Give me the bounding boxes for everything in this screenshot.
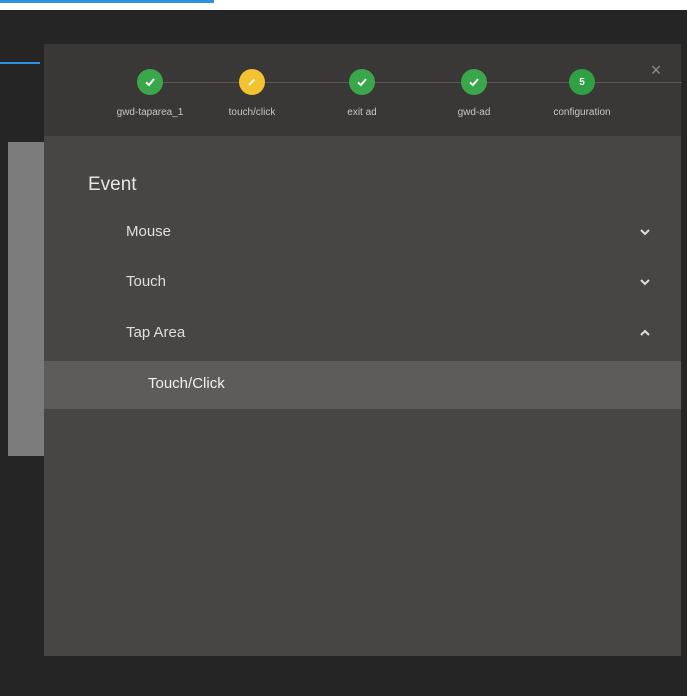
step-label: gwd-taparea_1 [116,107,184,118]
event-item-mouse[interactable]: Mouse [44,209,681,255]
event-item-tap-area[interactable]: Tap Area [44,310,681,356]
wizard-stepper: gwd-taparea_1 touch/click exit ad gwd-ad… [44,44,682,136]
event-item-label: Mouse [126,223,172,240]
event-subitem-touch-click[interactable]: Touch/Click [44,361,681,409]
event-subitem-label: Touch/Click [148,375,225,392]
step-exit-ad[interactable]: exit ad [307,69,417,118]
event-item-label: Tap Area [126,324,186,341]
step-label: touch/click [228,107,276,118]
chevron-up-icon [640,329,650,336]
close-icon[interactable]: × [648,61,664,79]
step-gwd-ad[interactable]: gwd-ad [419,69,529,118]
check-icon [137,69,163,95]
top-accent-bar [0,0,214,3]
step-label: gwd-ad [457,107,491,118]
chevron-down-icon [640,279,650,286]
event-item-touch[interactable]: Touch [44,259,681,305]
step-touch-click[interactable]: touch/click [197,69,307,118]
section-title: Event [88,174,137,195]
step-label: exit ad [347,107,377,118]
step-configuration[interactable]: 5 configuration [527,69,637,118]
event-item-label: Touch [126,273,167,290]
step-label: configuration [553,107,611,118]
side-accent-line [0,62,40,64]
check-icon [461,69,487,95]
pencil-icon [239,69,265,95]
event-picker-dialog: gwd-taparea_1 touch/click exit ad gwd-ad… [44,44,682,656]
step-number-badge: 5 [569,69,595,95]
background-panel [8,142,48,456]
check-icon [349,69,375,95]
chevron-down-icon [640,229,650,236]
step-gwd-taparea[interactable]: gwd-taparea_1 [95,69,205,118]
